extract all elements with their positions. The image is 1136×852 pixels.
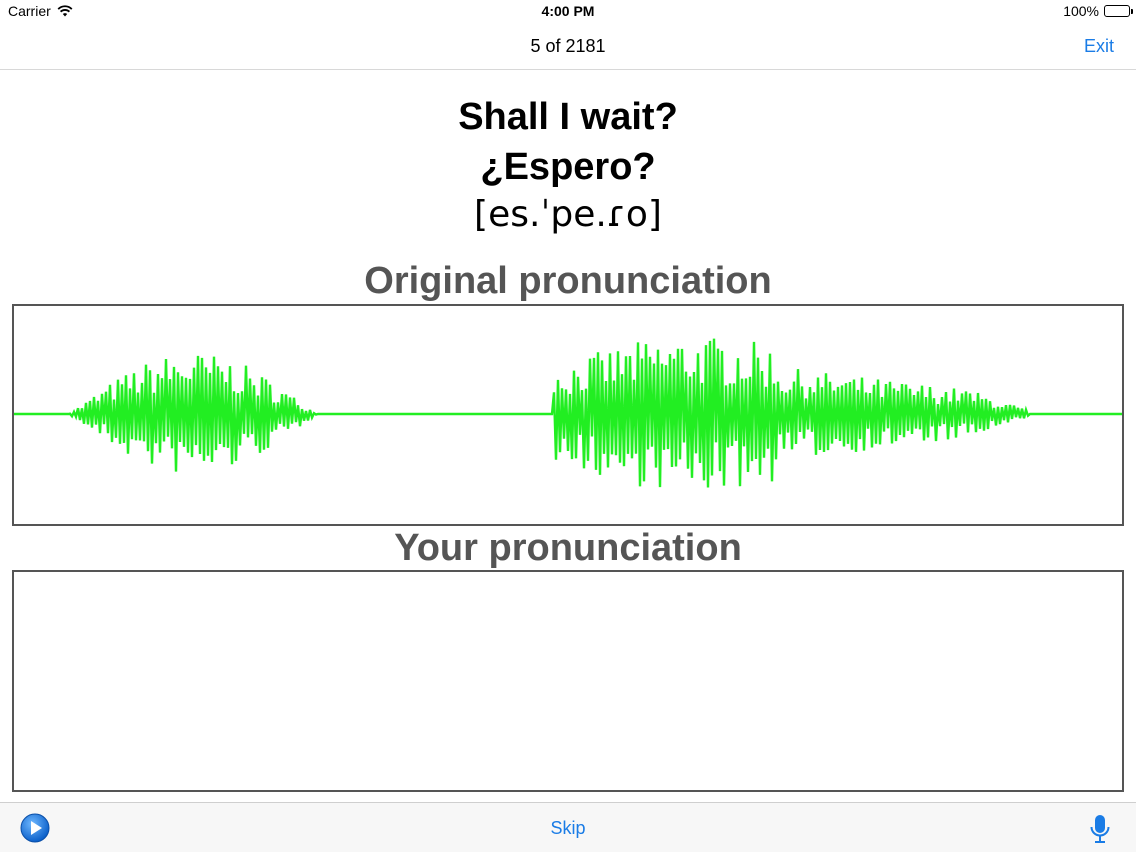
- skip-button[interactable]: Skip: [550, 818, 585, 838]
- spanish-phrase: ¿Espero?: [480, 146, 656, 188]
- original-waveform: [14, 338, 1122, 488]
- original-waveform-panel: [12, 304, 1124, 526]
- your-waveform-panel: [12, 570, 1124, 792]
- waveform-trace: [14, 338, 1122, 488]
- status-bar: Carrier 4:00 PM 100%: [0, 0, 1136, 24]
- battery-percent: 100%: [1063, 3, 1099, 19]
- phonetic-transcription: [es.ˈpe.ɾo]: [474, 194, 662, 235]
- microphone-icon[interactable]: [1088, 813, 1112, 845]
- exit-button[interactable]: Exit: [1084, 36, 1114, 57]
- progress-counter: 5 of 2181: [530, 36, 606, 56]
- status-time: 4:00 PM: [541, 3, 595, 19]
- bottom-toolbar: Skip: [0, 802, 1136, 852]
- nav-bar: 5 of 2181 Exit: [0, 24, 1136, 70]
- skip-button-wrap: Skip: [0, 818, 1136, 839]
- battery-icon: [1104, 5, 1133, 17]
- original-pronunciation-label: Original pronunciation: [364, 260, 772, 302]
- english-phrase: Shall I wait?: [458, 96, 678, 138]
- play-circle-icon[interactable]: [20, 813, 50, 843]
- your-pronunciation-label: Your pronunciation: [394, 527, 742, 569]
- battery-info: 100%: [1063, 3, 1133, 19]
